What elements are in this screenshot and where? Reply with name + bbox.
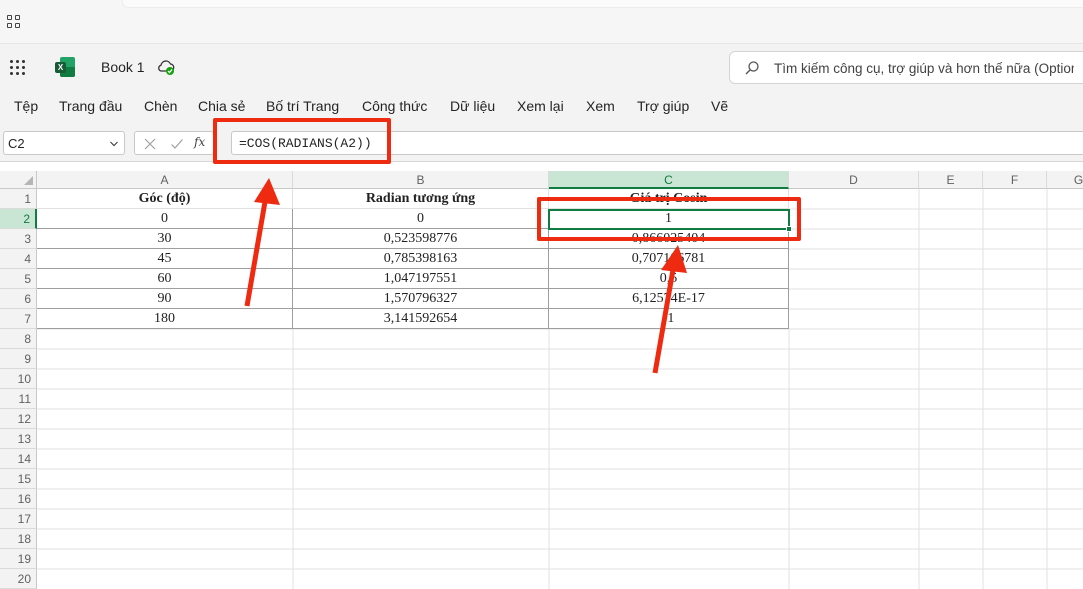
tab-tep[interactable]: Tệp — [14, 98, 38, 114]
table-cell[interactable]: 0,707106781 — [549, 249, 789, 269]
column-header-b[interactable]: B — [293, 171, 549, 189]
table-header-goc[interactable]: Góc (độ) — [37, 189, 293, 209]
tab-xem[interactable]: Xem — [586, 98, 615, 114]
search-input[interactable] — [774, 57, 1074, 79]
table-cell[interactable]: -1 — [549, 309, 789, 329]
row-header[interactable]: 11 — [0, 389, 37, 409]
row-header[interactable]: 6 — [0, 289, 37, 309]
browser-top-strip — [0, 0, 1083, 44]
row-header[interactable]: 18 — [0, 529, 37, 549]
grid-icon[interactable] — [7, 15, 21, 29]
tab-du-lieu[interactable]: Dữ liệu — [450, 98, 495, 114]
tab-trang-dau[interactable]: Trang đầu — [59, 98, 122, 114]
name-box-value: C2 — [8, 136, 25, 151]
row-header[interactable]: 16 — [0, 489, 37, 509]
column-header-a[interactable]: A — [37, 171, 293, 189]
row-header[interactable]: 2 — [0, 209, 37, 229]
excel-logo-icon: X — [55, 57, 75, 77]
row-header[interactable]: 13 — [0, 429, 37, 449]
row-header[interactable]: 1 — [0, 189, 37, 209]
chevron-down-icon[interactable] — [110, 140, 118, 148]
select-all-corner[interactable] — [0, 171, 37, 189]
tab-chen[interactable]: Chèn — [144, 98, 177, 114]
row-header[interactable]: 12 — [0, 409, 37, 429]
tab-tro-giup[interactable]: Trợ giúp — [637, 98, 689, 114]
tab-chia-se[interactable]: Chia sẻ — [198, 98, 245, 114]
table-cell[interactable]: 3,141592654 — [293, 309, 549, 329]
table-cell[interactable]: 0 — [293, 209, 549, 229]
row-header[interactable]: 20 — [0, 569, 37, 589]
table-cell[interactable]: 0 — [37, 209, 293, 229]
column-header-d[interactable]: D — [789, 171, 919, 189]
enter-check-icon[interactable] — [170, 137, 184, 151]
row-header[interactable]: 8 — [0, 329, 37, 349]
column-header-c[interactable]: C — [549, 171, 789, 189]
formula-tools: fx — [134, 131, 214, 155]
column-header-e[interactable]: E — [919, 171, 983, 189]
tab-xem-lai[interactable]: Xem lại — [517, 98, 564, 114]
app-launcher-icon[interactable] — [9, 59, 27, 77]
cloud-saved-icon[interactable] — [156, 58, 176, 76]
table-cell[interactable]: 6,12574E-17 — [549, 289, 789, 309]
tab-ve[interactable]: Vẽ — [711, 98, 728, 114]
row-header[interactable]: 15 — [0, 469, 37, 489]
table-cell[interactable]: 180 — [37, 309, 293, 329]
table-cell[interactable]: 90 — [37, 289, 293, 309]
table-cell[interactable]: 0,5 — [549, 269, 789, 289]
tab-cong-thuc[interactable]: Công thức — [362, 98, 427, 114]
row-header[interactable]: 4 — [0, 249, 37, 269]
table-cell[interactable]: 0,785398163 — [293, 249, 549, 269]
row-header[interactable]: 10 — [0, 369, 37, 389]
column-header-f[interactable]: F — [983, 171, 1047, 189]
cell-highlight-box — [537, 197, 801, 241]
row-header[interactable]: 19 — [0, 549, 37, 569]
insert-function-icon[interactable]: fx — [194, 135, 205, 149]
table-cell[interactable]: 45 — [37, 249, 293, 269]
row-header[interactable]: 3 — [0, 229, 37, 249]
search-icon — [745, 61, 759, 75]
table-cell[interactable]: 0,523598776 — [293, 229, 549, 249]
tab-bo-tri-trang[interactable]: Bố trí Trang — [266, 98, 339, 114]
column-header-g[interactable]: G — [1047, 171, 1083, 189]
table-cell[interactable]: 30 — [37, 229, 293, 249]
row-header[interactable]: 7 — [0, 309, 37, 329]
row-header[interactable]: 9 — [0, 349, 37, 369]
workbook-name[interactable]: Book 1 — [101, 59, 145, 75]
row-header[interactable]: 17 — [0, 509, 37, 529]
search-box[interactable] — [729, 51, 1083, 84]
table-header-radian[interactable]: Radian tương ứng — [293, 189, 549, 209]
browser-tab-area — [122, 0, 1083, 8]
name-box[interactable]: C2 — [3, 131, 125, 155]
table-cell[interactable]: 1,047197551 — [293, 269, 549, 289]
table-cell[interactable]: 1,570796327 — [293, 289, 549, 309]
formula-highlight-box — [213, 118, 391, 164]
cancel-icon[interactable] — [143, 137, 157, 151]
table-cell[interactable]: 60 — [37, 269, 293, 289]
row-header[interactable]: 5 — [0, 269, 37, 289]
row-header[interactable]: 14 — [0, 449, 37, 469]
